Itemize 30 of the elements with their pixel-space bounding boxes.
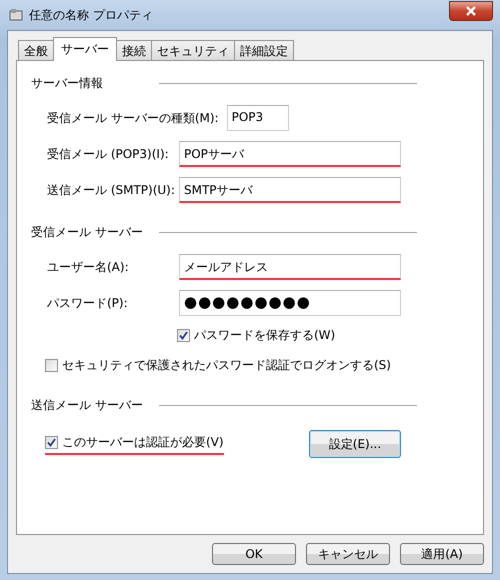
checkbox[interactable]: このサーバーは認証が必要(V) [45, 434, 224, 454]
window-title: 任意の名称 プロパティ [29, 6, 153, 24]
checkbox[interactable]: セキュリティで保護されたパスワード認証でログオンする(S) [45, 356, 391, 376]
input-field[interactable]: POPサーバ [179, 141, 401, 167]
close-button[interactable] [449, 1, 493, 21]
section-heading: サーバー情報 [31, 75, 103, 92]
checkmark-icon [47, 438, 56, 446]
field-label: ユーザー名(A): [47, 258, 130, 276]
field-label: 受信メール サーバーの種類(M): [47, 110, 219, 126]
tab[interactable]: 接続 [116, 40, 152, 60]
input-field[interactable]: メールアドレス [179, 254, 401, 280]
checkmark-icon [179, 330, 188, 340]
section-heading: 受信メール サーバー [31, 224, 143, 241]
field-label: 受信メール (POP3)(I): [47, 146, 170, 162]
input-field[interactable]: POP3 [226, 105, 289, 131]
field-label: パスワード(P): [47, 294, 129, 312]
tab[interactable]: 全般 [18, 40, 54, 60]
field-label: 送信メール (SMTP)(U): [47, 182, 176, 198]
close-icon [465, 6, 477, 16]
checkbox[interactable]: パスワードを保存する(W) [177, 326, 336, 346]
tab[interactable]: サーバー [53, 37, 117, 61]
dialog-button[interactable]: 適用(A) [400, 543, 484, 565]
dialog-button[interactable]: キャンセル [306, 543, 390, 565]
input-field[interactable]: SMTPサーバ [179, 177, 401, 203]
section-heading: 送信メール サーバー [31, 397, 143, 414]
settings-button[interactable]: 設定(E)... [309, 430, 401, 458]
tab[interactable]: セキュリティ [151, 40, 235, 60]
dialog-button[interactable]: OK [212, 543, 296, 565]
tab[interactable]: 詳細設定 [234, 40, 294, 60]
input-field[interactable]: ●●●●●●●●● [179, 290, 401, 316]
